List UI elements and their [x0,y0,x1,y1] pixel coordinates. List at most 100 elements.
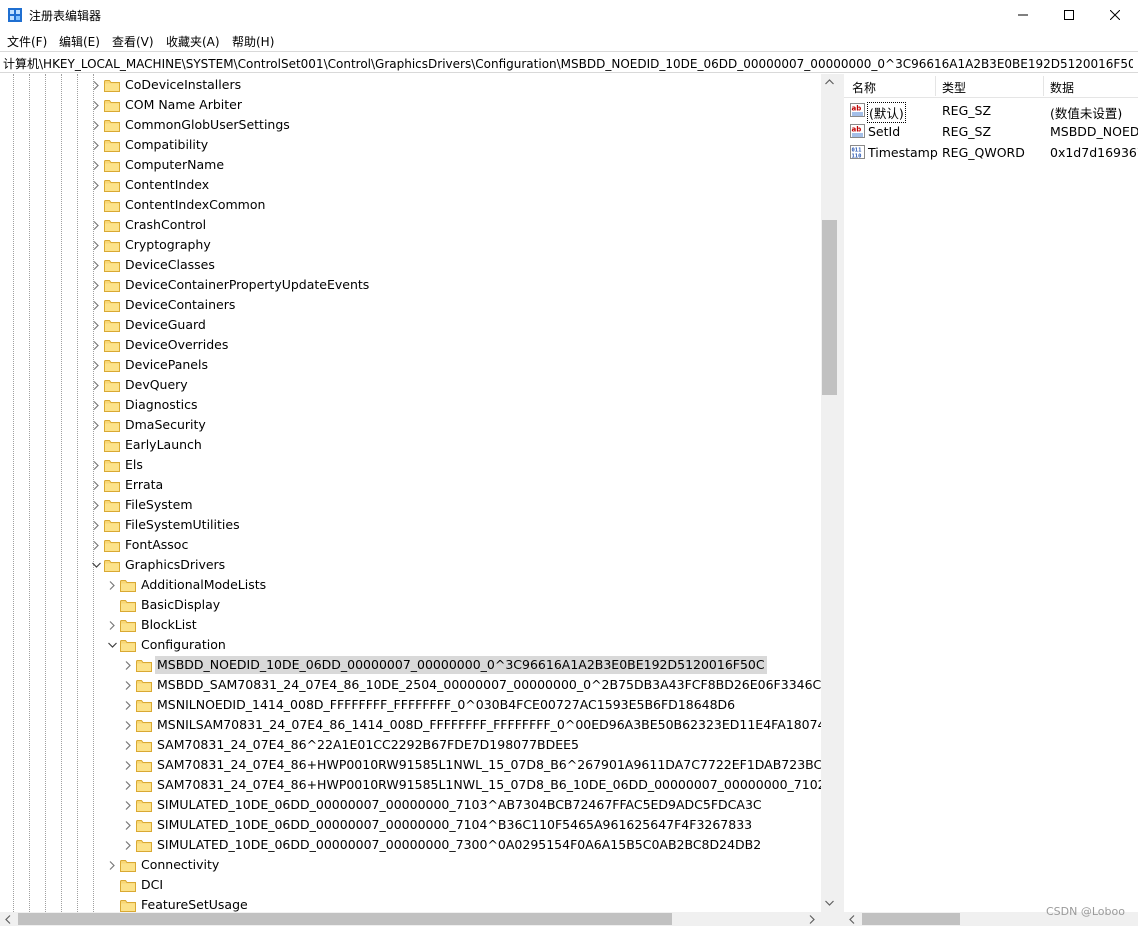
chevron-right-icon[interactable] [120,775,136,795]
chevron-right-icon[interactable] [88,315,104,335]
tree-item[interactable]: DmaSecurity [88,415,208,435]
chevron-right-icon[interactable] [88,415,104,435]
tree-item[interactable]: Errata [88,475,165,495]
scroll-down-icon[interactable] [825,900,834,906]
chevron-right-icon[interactable] [88,215,104,235]
tree-horizontal-scroll-thumb[interactable] [18,913,672,925]
tree-item[interactable]: Connectivity [104,855,221,875]
tree-item[interactable]: DevQuery [88,375,190,395]
value-row[interactable]: ab (默认) REG_SZ (数值未设置) [844,100,1138,123]
tree-item[interactable]: CoDeviceInstallers [88,75,243,95]
scroll-right-icon[interactable] [809,915,815,924]
tree-item[interactable]: SAM70831_24_07E4_86+HWP0010RW91585L1NWL_… [120,775,838,795]
chevron-right-icon[interactable] [88,335,104,355]
tree-item[interactable]: FontAssoc [88,535,190,555]
tree-item[interactable]: SAM70831_24_07E4_86^22A1E01CC2292B67FDE7… [120,735,581,755]
tree-item[interactable]: Compatibility [88,135,210,155]
tree-item[interactable]: DeviceContainers [88,295,237,315]
scroll-up-icon[interactable] [825,79,834,85]
tree-item[interactable]: COM Name Arbiter [88,95,244,115]
chevron-right-icon[interactable] [88,155,104,175]
tree-item[interactable]: ContentIndex [88,175,211,195]
tree-item[interactable]: MSBDD_NOEDID_10DE_06DD_00000007_00000000… [120,655,767,675]
value-row[interactable]: 011 110 Timestamp REG_QWORD 0x1d7d169367 [844,142,1138,163]
minimize-button[interactable] [1000,0,1046,30]
chevron-right-icon[interactable] [104,615,120,635]
chevron-right-icon[interactable] [120,755,136,775]
chevron-right-icon[interactable] [88,535,104,555]
tree-item[interactable]: AdditionalModeLists [104,575,268,595]
menu-help[interactable]: 帮助(H) [232,33,274,50]
menu-edit[interactable]: 编辑(E) [59,33,100,50]
tree-item[interactable]: ContentIndexCommon [88,195,267,215]
tree-item[interactable]: MSNILSAM70831_24_07E4_86_1414_008D_FFFFF… [120,715,835,735]
chevron-right-icon[interactable] [88,295,104,315]
chevron-right-icon[interactable] [88,495,104,515]
menu-view[interactable]: 查看(V) [112,33,154,50]
chevron-right-icon[interactable] [104,855,120,875]
address-path[interactable]: 计算机\HKEY_LOCAL_MACHINE\SYSTEM\ControlSet… [3,55,1133,72]
tree-item[interactable]: EarlyLaunch [88,435,204,455]
tree-item[interactable]: FileSystemUtilities [88,515,242,535]
tree-item[interactable]: Els [88,455,145,475]
tree-item[interactable]: MSBDD_SAM70831_24_07E4_86_10DE_2504_0000… [120,675,838,695]
chevron-right-icon[interactable] [88,515,104,535]
column-separator[interactable] [1043,76,1044,96]
chevron-down-icon[interactable] [88,555,104,575]
tree-item[interactable]: FileSystem [88,495,195,515]
scroll-left-icon[interactable] [849,915,855,924]
tree-item[interactable]: SAM70831_24_07E4_86+HWP0010RW91585L1NWL_… [120,755,838,775]
chevron-down-icon[interactable] [104,635,120,655]
close-button[interactable] [1092,0,1138,30]
chevron-right-icon[interactable] [88,275,104,295]
tree-item[interactable]: Cryptography [88,235,213,255]
maximize-button[interactable] [1046,0,1092,30]
tree-item[interactable]: BlockList [104,615,199,635]
tree-item[interactable]: SIMULATED_10DE_06DD_00000007_00000000_73… [120,835,763,855]
tree-item[interactable]: DeviceOverrides [88,335,230,355]
column-separator[interactable] [935,76,936,96]
tree-item[interactable]: SIMULATED_10DE_06DD_00000007_00000000_71… [120,795,764,815]
value-row[interactable]: ab SetId REG_SZ MSBDD_NOED [844,121,1138,142]
chevron-right-icon[interactable] [120,835,136,855]
tree-item[interactable]: DCI [104,875,165,895]
chevron-right-icon[interactable] [88,255,104,275]
tree-vertical-scroll-thumb[interactable] [822,220,837,395]
scroll-left-icon[interactable] [5,915,11,924]
chevron-right-icon[interactable] [88,115,104,135]
chevron-right-icon[interactable] [88,455,104,475]
tree-item[interactable]: CrashControl [88,215,208,235]
address-bar[interactable]: 计算机\HKEY_LOCAL_MACHINE\SYSTEM\ControlSet… [0,51,1138,73]
chevron-right-icon[interactable] [88,75,104,95]
tree-vertical-scrollbar[interactable] [821,74,838,912]
chevron-right-icon[interactable] [88,355,104,375]
tree-item[interactable]: Diagnostics [88,395,200,415]
chevron-right-icon[interactable] [120,795,136,815]
chevron-right-icon[interactable] [88,475,104,495]
column-header-name[interactable]: 名称 [852,79,876,96]
chevron-right-icon[interactable] [120,715,136,735]
chevron-right-icon[interactable] [88,235,104,255]
chevron-right-icon[interactable] [120,675,136,695]
tree-item[interactable]: GraphicsDrivers [88,555,227,575]
menu-favorites[interactable]: 收藏夹(A) [166,33,220,50]
values-horizontal-scroll-thumb[interactable] [862,913,960,925]
tree-item[interactable]: ComputerName [88,155,226,175]
tree-item[interactable]: DeviceGuard [88,315,208,335]
tree-item[interactable]: Configuration [104,635,228,655]
chevron-right-icon[interactable] [88,395,104,415]
tree-horizontal-scrollbar[interactable] [0,912,838,926]
chevron-right-icon[interactable] [88,95,104,115]
chevron-right-icon[interactable] [120,735,136,755]
column-header-type[interactable]: 类型 [942,79,966,96]
menu-file[interactable]: 文件(F) [7,33,47,50]
chevron-right-icon[interactable] [120,695,136,715]
chevron-right-icon[interactable] [88,175,104,195]
chevron-right-icon[interactable] [120,815,136,835]
tree-item[interactable]: DeviceClasses [88,255,217,275]
chevron-right-icon[interactable] [88,375,104,395]
chevron-right-icon[interactable] [88,135,104,155]
chevron-right-icon[interactable] [104,575,120,595]
tree-item[interactable]: DeviceContainerPropertyUpdateEvents [88,275,371,295]
tree-item[interactable]: SIMULATED_10DE_06DD_00000007_00000000_71… [120,815,754,835]
